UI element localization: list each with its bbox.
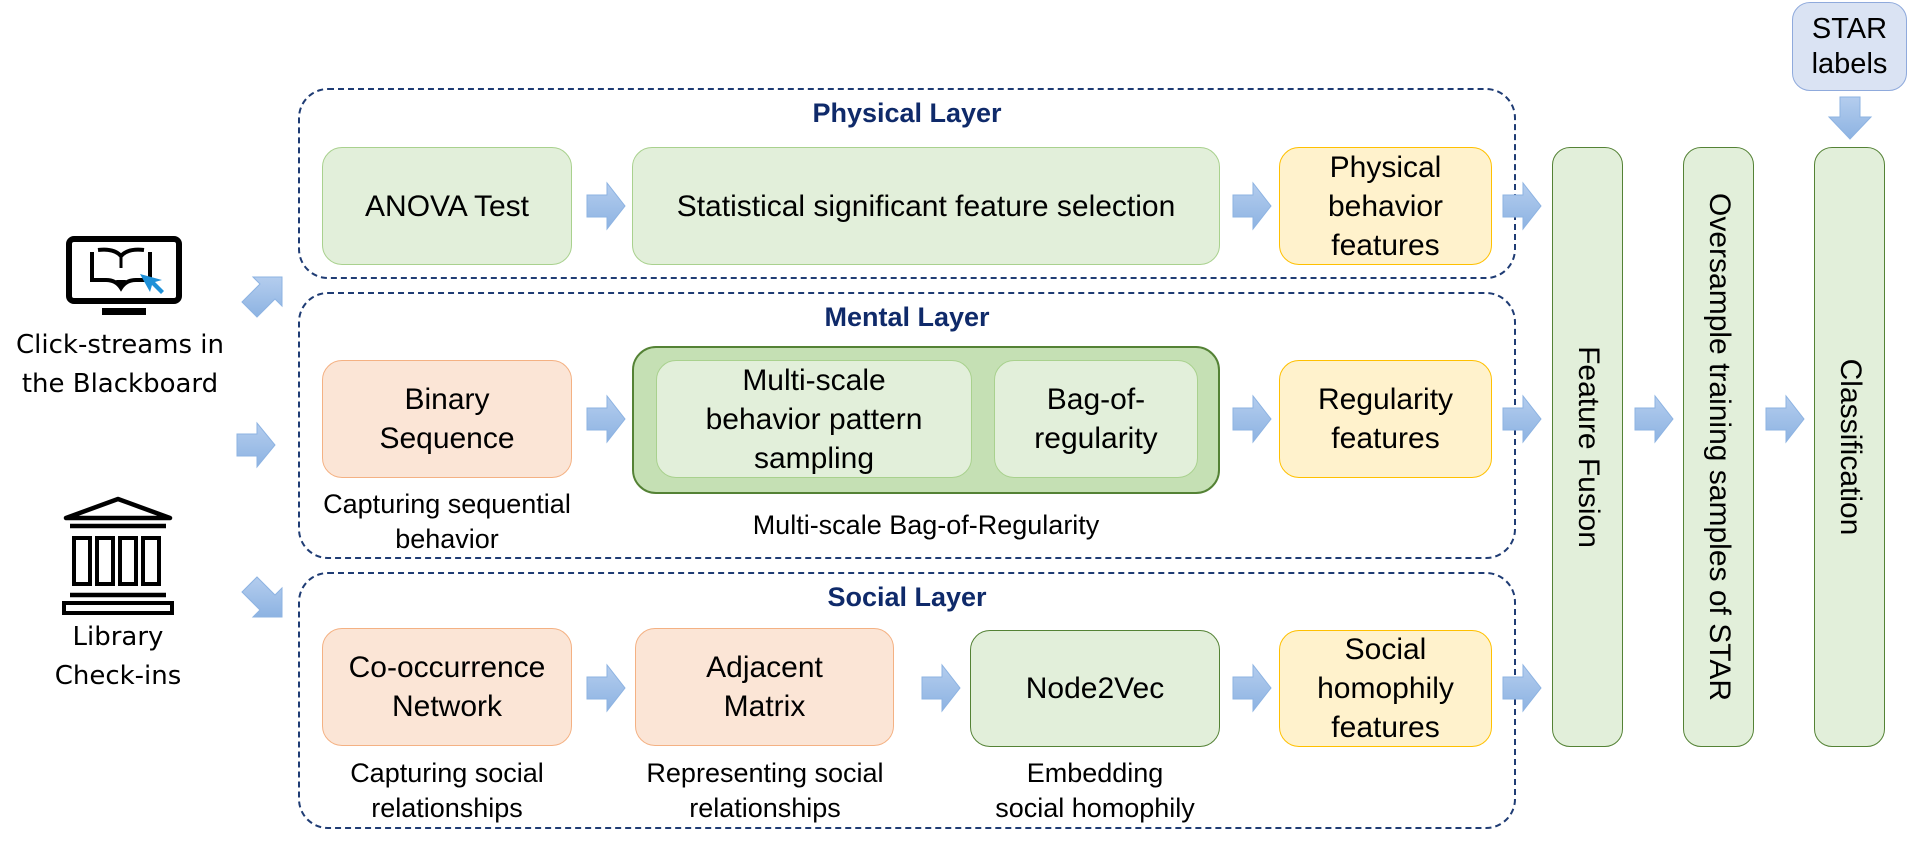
binary-sequence-line: Sequence — [379, 422, 515, 455]
arrow-right-icon — [1232, 394, 1272, 444]
multiscale-sampling-line: Multi-scale — [742, 363, 886, 397]
bag-of-regularity-line: regularity — [1034, 422, 1158, 455]
bag-of-regularity-box: Bag-of- regularity — [994, 360, 1198, 478]
caption-line: social homophily — [995, 793, 1195, 823]
feature-fusion-box: Feature Fusion — [1552, 147, 1623, 747]
regularity-features-line: features — [1331, 422, 1440, 455]
adjacent-matrix-line: Matrix — [723, 690, 806, 723]
caption-line: relationships — [689, 793, 841, 823]
caption-line: Capturing sequential — [323, 489, 571, 519]
adjacent-matrix-caption: Representing social relationships — [615, 756, 915, 826]
source-label-line: Click-streams in — [16, 330, 224, 360]
bag-of-regularity-caption: Multi-scale Bag-of-Regularity — [752, 510, 1100, 540]
mental-layer-title: Mental Layer — [824, 302, 990, 332]
physical-features-line: features — [1331, 228, 1440, 262]
arrow-right-icon — [1502, 663, 1542, 713]
feature-fusion-label: Feature Fusion — [1571, 346, 1605, 548]
binary-sequence-caption: Capturing sequential behavior — [302, 487, 592, 557]
anova-test-box: ANOVA Test — [322, 147, 572, 265]
arrow-right-icon — [236, 421, 276, 469]
multiscale-sampling-line: sampling — [753, 441, 875, 475]
source-label-library: Library Check-ins — [0, 618, 236, 696]
cooccurrence-line: Co-occurrence — [348, 651, 546, 684]
physical-features-line: behavior — [1327, 189, 1444, 223]
arrow-right-icon — [586, 663, 626, 713]
source-label-line: Check-ins — [54, 661, 182, 691]
caption-line: behavior — [395, 524, 499, 554]
star-labels-box: STAR labels — [1792, 2, 1907, 91]
node2vec-box: Node2Vec — [970, 630, 1220, 747]
node2vec-label: Node2Vec — [1025, 672, 1165, 705]
arrow-down-icon — [1827, 96, 1873, 140]
physical-features-box: Physical behavior features — [1279, 147, 1492, 265]
arrow-up-right-icon — [241, 276, 283, 318]
social-features-line: features — [1331, 711, 1440, 744]
binary-sequence-line: Binary — [404, 383, 490, 416]
source-label-line: the Blackboard — [21, 369, 219, 399]
arrow-right-icon — [1634, 394, 1674, 444]
bag-of-regularity-line: Bag-of- — [1046, 383, 1146, 416]
classification-label: Classification — [1833, 358, 1867, 536]
arrow-right-icon — [1502, 394, 1542, 444]
arrow-right-icon — [586, 181, 626, 231]
caption-line: Representing social — [646, 758, 884, 788]
feature-selection-box: Statistical significant feature selectio… — [632, 147, 1220, 265]
star-labels-line: labels — [1811, 47, 1888, 80]
arrow-right-icon — [1502, 181, 1542, 231]
star-labels-line: STAR — [1811, 12, 1888, 45]
cooccurrence-caption: Capturing social relationships — [302, 756, 592, 826]
caption-line: Embedding — [1026, 758, 1164, 788]
binary-sequence-box: Binary Sequence — [322, 360, 572, 478]
regularity-features-line: Regularity — [1317, 383, 1454, 416]
adjacent-matrix-line: Adjacent — [706, 651, 823, 684]
multiscale-sampling-box: Multi-scale behavior pattern sampling — [656, 360, 972, 478]
cooccurrence-line: Network — [391, 690, 503, 723]
physical-features-line: Physical — [1329, 150, 1442, 184]
feature-selection-label: Statistical significant feature selectio… — [676, 189, 1176, 223]
adjacent-matrix-box: Adjacent Matrix — [635, 628, 894, 746]
regularity-features-box: Regularity features — [1279, 360, 1492, 478]
arrow-right-icon — [921, 663, 961, 713]
source-label-line: Library — [72, 622, 164, 652]
social-layer-title: Social Layer — [827, 582, 987, 612]
multiscale-sampling-line: behavior pattern — [705, 402, 923, 436]
physical-layer-title: Physical Layer — [812, 98, 1002, 128]
arrow-right-icon — [1232, 663, 1272, 713]
social-features-box: Social homophily features — [1279, 630, 1492, 747]
caption-line: Capturing social — [350, 758, 544, 788]
source-label-clickstreams: Click-streams in the Blackboard — [0, 326, 240, 404]
arrow-right-icon — [586, 394, 626, 444]
cooccurrence-network-box: Co-occurrence Network — [322, 628, 572, 746]
arrow-right-icon — [1232, 181, 1272, 231]
oversample-box: Oversample training samples of STAR — [1683, 147, 1754, 747]
oversample-label: Oversample training samples of STAR — [1702, 193, 1736, 701]
anova-test-label: ANOVA Test — [365, 189, 529, 223]
arrow-right-icon — [1765, 394, 1805, 444]
classification-box: Classification — [1814, 147, 1885, 747]
caption-line: relationships — [371, 793, 523, 823]
arrow-down-right-icon — [241, 576, 283, 618]
library-building-icon — [62, 496, 174, 615]
social-features-line: homophily — [1317, 672, 1454, 705]
monitor-book-cursor-icon — [66, 236, 182, 315]
social-features-line: Social — [1344, 633, 1427, 666]
node2vec-caption: Embedding social homophily — [950, 756, 1240, 826]
